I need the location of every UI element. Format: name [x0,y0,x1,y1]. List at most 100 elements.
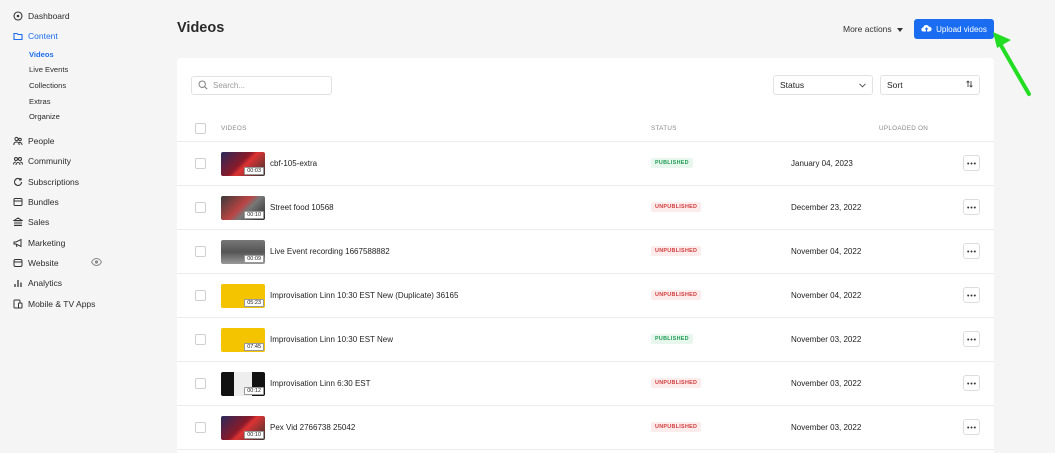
nav-community-label: Community [28,156,71,167]
status-badge: UNPUBLISHED [651,378,702,388]
nav-marketing[interactable]: Marketing [0,233,110,253]
status-badge: UNPUBLISHED [651,422,702,432]
nav-sales-label: Sales [28,217,50,228]
nav-sub-collections[interactable]: Collections [0,78,110,94]
video-thumbnail[interactable]: 00:09 [221,240,265,264]
duration-label: 00:09 [244,255,264,263]
status-badge: UNPUBLISHED [651,290,702,300]
nav-content-label: Content [28,31,58,42]
ellipsis-icon [967,338,976,340]
video-title[interactable]: Pex Vid 2766738 25042 [270,423,355,432]
col-videos: VIDEOS [221,125,247,132]
upload-date: December 23, 2022 [791,203,862,212]
search-input[interactable] [213,81,323,90]
dashboard-icon [13,11,23,21]
cloud-upload-icon [921,24,932,34]
row-checkbox[interactable] [195,378,206,389]
video-thumbnail[interactable]: 00:10 [221,416,265,440]
bundle-icon [13,197,23,207]
bank-icon [13,217,23,227]
nav-sub-live-events[interactable]: Live Events [0,62,110,78]
duration-label: 00:12 [244,387,264,395]
nav-analytics[interactable]: Analytics [0,273,110,293]
status-badge: UNPUBLISHED [651,202,702,212]
select-all-checkbox[interactable] [195,123,206,134]
upload-videos-button[interactable]: Upload videos [914,19,994,39]
video-title[interactable]: Improvisation Linn 6:30 EST [270,379,371,388]
nav-bundles[interactable]: Bundles [0,192,110,212]
row-checkbox[interactable] [195,202,206,213]
sidebar: Dashboard Content Videos Live Events Col… [0,0,110,453]
table-row[interactable]: 07:45 Improvisation Linn 10:30 EST New P… [177,318,994,362]
nav-dashboard-label: Dashboard [28,11,70,22]
duration-label: 05:23 [244,299,264,307]
row-checkbox[interactable] [195,290,206,301]
table-row[interactable]: 00:10 Street food 10568 UNPUBLISHED Dece… [177,186,994,230]
status-filter-label: Status [780,80,805,90]
row-more-button[interactable] [963,199,980,215]
row-more-button[interactable] [963,375,980,391]
status-badge: PUBLISHED [651,158,693,168]
nav-sub-videos[interactable]: Videos [0,47,110,63]
search-box[interactable] [191,76,332,95]
video-title[interactable]: Improvisation Linn 10:30 EST New (Duplic… [270,291,458,300]
video-title[interactable]: Street food 10568 [270,203,334,212]
upload-date: January 04, 2023 [791,159,853,168]
row-checkbox[interactable] [195,334,206,345]
row-checkbox[interactable] [195,422,206,433]
search-icon [198,77,208,95]
sort-select[interactable]: Sort [880,75,980,95]
ellipsis-icon [967,250,976,252]
upload-date: November 03, 2022 [791,423,862,432]
nav-website-label: Website [28,257,59,268]
nav-bundles-label: Bundles [28,197,59,208]
nav-dashboard[interactable]: Dashboard [0,6,110,26]
table-row[interactable]: 00:09 Live Event recording 1667588882 UN… [177,230,994,274]
row-more-button[interactable] [963,287,980,303]
video-title[interactable]: cbf-105-extra [270,159,317,168]
video-thumbnail[interactable]: 00:12 [221,372,265,396]
video-thumbnail[interactable]: 07:45 [221,328,265,352]
row-checkbox[interactable] [195,158,206,169]
nav-people[interactable]: People [0,131,110,151]
video-title[interactable]: Live Event recording 1667588882 [270,247,390,256]
row-more-button[interactable] [963,243,980,259]
nav-sub-extras[interactable]: Extras [0,94,110,110]
status-filter-select[interactable]: Status [773,75,873,95]
ellipsis-icon [967,382,976,384]
eye-icon[interactable] [90,257,103,268]
video-thumbnail[interactable]: 00:10 [221,196,265,220]
nav-subscriptions[interactable]: Subscriptions [0,172,110,192]
video-thumbnail[interactable]: 00:03 [221,152,265,176]
row-checkbox[interactable] [195,246,206,257]
table-row[interactable]: 00:12 Improvisation Linn 6:30 EST UNPUBL… [177,362,994,406]
nav-apps[interactable]: Mobile & TV Apps [0,293,110,313]
video-thumbnail[interactable]: 05:23 [221,284,265,308]
nav-analytics-label: Analytics [28,278,63,289]
row-more-button[interactable] [963,155,980,171]
nav-content[interactable]: Content [0,26,110,46]
row-more-button[interactable] [963,331,980,347]
video-title[interactable]: Improvisation Linn 10:30 EST New [270,335,393,344]
nav-sales[interactable]: Sales [0,212,110,232]
duration-label: 07:45 [244,343,264,351]
nav-apps-label: Mobile & TV Apps [28,298,96,309]
nav-subscriptions-label: Subscriptions [28,176,80,187]
upload-date: November 04, 2022 [791,247,862,256]
table-row[interactable]: 00:03 cbf-105-extra PUBLISHED January 04… [177,142,994,186]
ellipsis-icon [967,162,976,164]
community-icon [13,156,23,166]
nav-community[interactable]: Community [0,151,110,171]
annotation-arrow-icon [993,32,1031,96]
table-row[interactable]: 00:10 Pex Vid 2766738 25042 UNPUBLISHED … [177,406,994,450]
nav-website[interactable]: Website [0,253,110,273]
table-row[interactable]: 05:23 Improvisation Linn 10:30 EST New (… [177,274,994,318]
upload-date: November 04, 2022 [791,291,862,300]
row-more-button[interactable] [963,419,980,435]
upload-date: November 03, 2022 [791,335,862,344]
table-header: VIDEOS STATUS UPLOADED ON [177,116,994,142]
bar-chart-icon [13,278,23,288]
nav-sub-organize[interactable]: Organize [0,109,110,125]
more-actions-button[interactable]: More actions [843,24,903,34]
videos-card: Status Sort VIDEOS STATUS UPLOADED ON 00… [177,58,994,453]
